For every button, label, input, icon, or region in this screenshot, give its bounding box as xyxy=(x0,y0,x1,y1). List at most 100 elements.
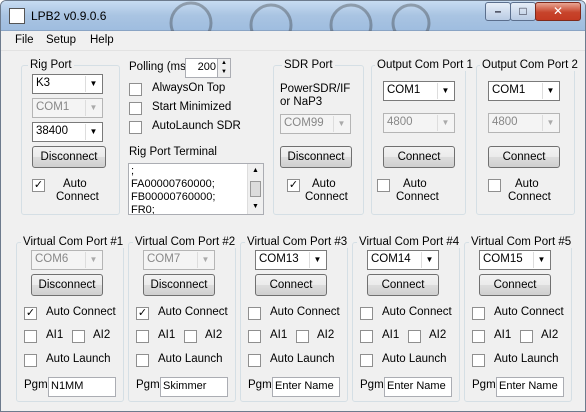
checkmark-icon: ✓ xyxy=(288,179,299,191)
spin-up-icon[interactable]: ▲ xyxy=(218,59,230,68)
rig-auto-connect-checkbox[interactable]: ✓ xyxy=(32,179,45,192)
virtual-port-1-ai1-checkbox[interactable] xyxy=(24,330,37,343)
polling-label: Polling (ms) xyxy=(129,61,190,73)
virtual-port-2-ai1-checkbox[interactable] xyxy=(136,330,149,343)
sdr-auto-label-line1: Auto xyxy=(312,178,336,190)
output-port-2-title: Output Com Port 2 xyxy=(480,59,580,71)
virtual-port-2-ai2-label: AI2 xyxy=(205,329,223,341)
virtual-port-2-ai1-label: AI1 xyxy=(158,329,176,341)
virtual-port-5-connect-button[interactable]: Connect xyxy=(479,274,551,296)
sdr-desc-line2: or NaP3 xyxy=(280,96,323,108)
start-minimized-label: Start Minimized xyxy=(152,101,232,113)
virtual-port-2-auto-connect-label: Auto Connect xyxy=(158,306,228,318)
scroll-up-icon[interactable]: ▲ xyxy=(248,164,263,178)
virtual-port-4-ai2-checkbox[interactable] xyxy=(408,330,421,343)
virtual-port-1-auto-connect-checkbox[interactable]: ✓ xyxy=(24,307,37,320)
virtual-port-5-pgm-label: Pgm xyxy=(472,379,496,391)
close-button[interactable]: ✕ xyxy=(535,2,581,21)
always-on-top-label: AlwaysOn Top xyxy=(152,82,226,94)
virtual-port-4-com-select[interactable]: COM14 ▼ xyxy=(367,250,439,270)
virtual-port-2-auto-connect-checkbox[interactable]: ✓ xyxy=(136,307,149,320)
output-2-auto-line1: Auto xyxy=(515,178,539,190)
virtual-port-5-auto-launch-label: Auto Launch xyxy=(494,353,559,365)
virtual-port-2-pgm-label: Pgm xyxy=(136,379,160,391)
polling-input[interactable]: 200 xyxy=(185,58,219,78)
virtual-port-3-ai1-checkbox[interactable] xyxy=(248,330,261,343)
output-2-auto-connect-checkbox[interactable] xyxy=(488,179,501,192)
virtual-port-2-disconnect-button[interactable]: Disconnect xyxy=(143,274,215,296)
rig-port-terminal[interactable]: ; FA00000760000; FB00000760000; FR0; ▲ ▼ xyxy=(128,163,264,215)
autolaunch-sdr-label: AutoLaunch SDR xyxy=(152,120,241,132)
virtual-port-5-ai1-checkbox[interactable] xyxy=(472,330,485,343)
virtual-port-2-com-select[interactable]: COM7 ▼ xyxy=(143,250,215,270)
virtual-port-1-pgm-input[interactable]: N1MM xyxy=(48,377,116,397)
virtual-port-1-auto-launch-checkbox[interactable] xyxy=(24,354,37,367)
virtual-port-5-title: Virtual Com Port #5 xyxy=(469,236,574,248)
sdr-com-select[interactable]: COM99 ▼ xyxy=(280,114,351,134)
virtual-port-5-auto-launch-checkbox[interactable] xyxy=(472,354,485,367)
output-2-com-select[interactable]: COM1 ▼ xyxy=(488,81,560,101)
scroll-thumb[interactable] xyxy=(250,181,261,197)
menu-setup[interactable]: Setup xyxy=(46,34,76,46)
rig-baud-select[interactable]: 38400 ▼ xyxy=(32,122,103,142)
sdr-disconnect-button[interactable]: Disconnect xyxy=(280,146,352,168)
chevron-down-icon: ▼ xyxy=(309,252,325,268)
virtual-port-4-ai2-label: AI2 xyxy=(429,329,447,341)
title-bar[interactable]: LPB2 v0.9.0.6 – □ ✕ xyxy=(1,1,585,31)
virtual-port-4-ai1-checkbox[interactable] xyxy=(360,330,373,343)
rig-port-title: Rig Port xyxy=(28,59,74,71)
virtual-port-3-auto-connect-label: Auto Connect xyxy=(270,306,340,318)
rig-model-select[interactable]: K3 ▼ xyxy=(32,74,103,94)
virtual-port-3-auto-launch-checkbox[interactable] xyxy=(248,354,261,367)
terminal-line: FB00000760000; xyxy=(131,191,216,203)
virtual-port-4-connect-button[interactable]: Connect xyxy=(367,274,439,296)
virtual-port-2-com-value: COM7 xyxy=(147,253,181,265)
rig-com-select[interactable]: COM1 ▼ xyxy=(32,98,103,118)
menu-help[interactable]: Help xyxy=(90,34,114,46)
sdr-port-title: SDR Port xyxy=(282,59,335,71)
virtual-port-5-pgm-input[interactable]: Enter Name xyxy=(496,377,564,397)
autolaunch-sdr-checkbox[interactable] xyxy=(129,121,142,134)
virtual-port-3-pgm-input[interactable]: Enter Name xyxy=(272,377,340,397)
output-1-connect-button[interactable]: Connect xyxy=(383,146,455,168)
virtual-port-3-auto-connect-checkbox[interactable] xyxy=(248,307,261,320)
output-1-baud-select[interactable]: 4800 ▼ xyxy=(383,113,455,133)
virtual-port-1-title: Virtual Com Port #1 xyxy=(21,236,126,248)
virtual-port-1-com-select[interactable]: COM6 ▼ xyxy=(31,250,103,270)
output-2-connect-button[interactable]: Connect xyxy=(488,146,560,168)
virtual-port-4-auto-launch-checkbox[interactable] xyxy=(360,354,373,367)
terminal-label: Rig Port Terminal xyxy=(129,146,217,158)
chevron-down-icon: ▼ xyxy=(197,252,213,268)
chevron-down-icon: ▼ xyxy=(85,124,101,140)
virtual-port-4-auto-connect-checkbox[interactable] xyxy=(360,307,373,320)
virtual-port-3-connect-button[interactable]: Connect xyxy=(255,274,327,296)
terminal-scrollbar[interactable]: ▲ ▼ xyxy=(247,164,263,214)
maximize-button[interactable]: □ xyxy=(510,2,536,21)
output-1-auto-connect-checkbox[interactable] xyxy=(377,179,390,192)
spin-down-icon[interactable]: ▼ xyxy=(218,68,230,77)
polling-spinner[interactable]: ▲ ▼ xyxy=(217,58,231,78)
menu-file[interactable]: File xyxy=(15,34,34,46)
virtual-port-1-disconnect-button[interactable]: Disconnect xyxy=(31,274,103,296)
virtual-port-2-auto-launch-checkbox[interactable] xyxy=(136,354,149,367)
virtual-port-4-auto-connect-label: Auto Connect xyxy=(382,306,452,318)
virtual-port-2-ai2-checkbox[interactable] xyxy=(184,330,197,343)
virtual-port-5-com-select[interactable]: COM15 ▼ xyxy=(479,250,551,270)
virtual-port-1-ai2-checkbox[interactable] xyxy=(72,330,85,343)
virtual-port-5-ai1-label: AI1 xyxy=(494,329,512,341)
minimize-button[interactable]: – xyxy=(485,2,511,21)
start-minimized-checkbox[interactable] xyxy=(129,102,142,115)
output-2-baud-select[interactable]: 4800 ▼ xyxy=(488,113,560,133)
virtual-port-3-ai2-checkbox[interactable] xyxy=(296,330,309,343)
sdr-auto-connect-checkbox[interactable]: ✓ xyxy=(287,179,300,192)
always-on-top-checkbox[interactable] xyxy=(129,83,142,96)
scroll-down-icon[interactable]: ▼ xyxy=(248,200,263,214)
virtual-port-5-ai2-checkbox[interactable] xyxy=(520,330,533,343)
output-1-com-select[interactable]: COM1 ▼ xyxy=(383,81,455,101)
rig-auto-label-line2: Connect xyxy=(56,191,99,203)
virtual-port-5-auto-connect-checkbox[interactable] xyxy=(472,307,485,320)
virtual-port-4-pgm-input[interactable]: Enter Name xyxy=(384,377,452,397)
rig-disconnect-button[interactable]: Disconnect xyxy=(32,146,106,168)
virtual-port-3-com-select[interactable]: COM13 ▼ xyxy=(255,250,327,270)
virtual-port-2-pgm-input[interactable]: Skimmer xyxy=(160,377,228,397)
